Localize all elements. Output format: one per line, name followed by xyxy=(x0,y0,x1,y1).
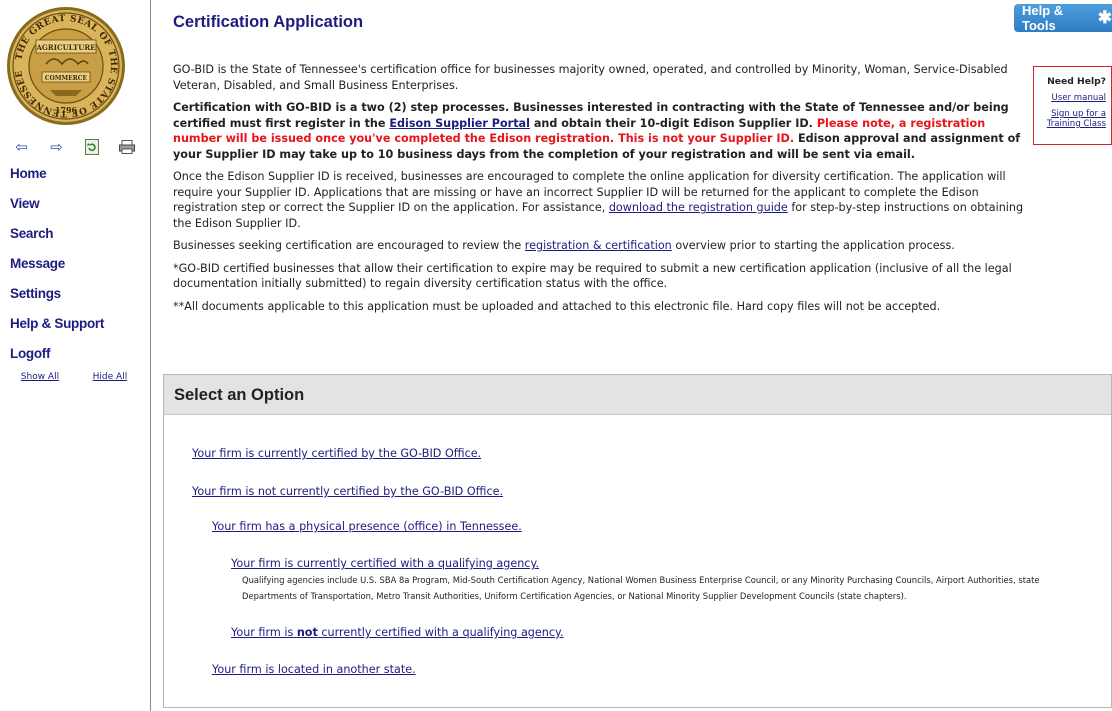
refresh-icon[interactable] xyxy=(82,137,102,157)
menu-item-settings[interactable]: Settings xyxy=(0,283,148,313)
menu-item-help-support[interactable]: Help & Support xyxy=(0,313,148,343)
opt5-text-c: currently certified with a qualifying ag… xyxy=(317,626,564,639)
main-content: Certification Application Help & Tools ✱… xyxy=(163,0,1112,711)
intro-paragraph-2: Certification with GO-BID is a two (2) s… xyxy=(173,100,1031,162)
tools-icon: ✱ xyxy=(1097,8,1112,27)
intro-paragraph-4: Businesses seeking certification are enc… xyxy=(173,238,1031,254)
seal-word-agriculture: AGRICULTURE xyxy=(36,43,96,52)
user-manual-link[interactable]: User manual xyxy=(1034,93,1106,103)
option-certified-by-gobid[interactable]: Your firm is currently certified by the … xyxy=(192,447,481,460)
help-tools-label: Help & Tools xyxy=(1022,3,1064,33)
browser-nav-toolbar: ⇦ ⇨ xyxy=(0,134,148,160)
need-help-box: Need Help? User manual Sign up for a Tra… xyxy=(1033,66,1112,145)
sidebar: THE GREAT SEAL OF THE STATE OF TENNESSEE… xyxy=(0,0,151,711)
menu-item-view[interactable]: View xyxy=(0,193,148,223)
edison-supplier-portal-link[interactable]: Edison Supplier Portal xyxy=(389,117,530,130)
qualifying-agencies-note: Qualifying agencies include U.S. SBA 8a … xyxy=(242,575,1040,601)
opt5-text-not: not xyxy=(296,626,318,639)
training-class-link[interactable]: Sign up for a Training Class xyxy=(1034,109,1106,129)
intro-text: GO-BID is the State of Tennessee's certi… xyxy=(173,62,1031,321)
menu-item-search[interactable]: Search xyxy=(0,223,148,253)
intro-paragraph-6: **All documents applicable to this appli… xyxy=(173,299,941,313)
intro-paragraph-5: *GO-BID certified businesses that allow … xyxy=(173,261,1012,291)
show-all-link[interactable]: Show All xyxy=(21,372,59,382)
option-not-certified-qualifying-agency[interactable]: Your firm is not currently certified wit… xyxy=(231,626,564,639)
p2-text-b: and obtain their 10-digit Edison Supplie… xyxy=(529,116,817,130)
registration-certification-link[interactable]: registration & certification xyxy=(525,239,672,252)
option-certified-qualifying-agency[interactable]: Your firm is currently certified with a … xyxy=(231,557,539,570)
option-not-certified-by-gobid[interactable]: Your firm is not currently certified by … xyxy=(192,485,503,498)
p4-text-b: overview prior to starting the applicati… xyxy=(671,239,955,252)
menu-item-home[interactable]: Home xyxy=(0,163,148,193)
select-option-heading: Select an Option xyxy=(164,375,1111,415)
intro-paragraph-3: Once the Edison Supplier ID is received,… xyxy=(173,169,1031,231)
state-seal-logo: THE GREAT SEAL OF THE STATE OF TENNESSEE… xyxy=(7,7,125,125)
page-title: Certification Application xyxy=(173,13,364,31)
registration-guide-link[interactable]: download the registration guide xyxy=(609,201,788,214)
print-icon[interactable] xyxy=(117,137,137,157)
forward-arrow-icon[interactable]: ⇨ xyxy=(47,137,67,157)
show-hide-controls: Show All Hide All xyxy=(0,372,148,382)
menu-item-logoff[interactable]: Logoff xyxy=(0,343,148,373)
seal-word-commerce: COMMERCE xyxy=(45,75,88,82)
opt5-text-a: Your firm is xyxy=(231,626,297,639)
need-help-title: Need Help? xyxy=(1047,76,1106,87)
option-tennessee-presence[interactable]: Your firm has a physical presence (offic… xyxy=(212,520,522,533)
menu-item-message[interactable]: Message xyxy=(0,253,148,283)
select-option-panel: Select an Option Your firm is currently … xyxy=(163,374,1112,708)
back-arrow-icon[interactable]: ⇦ xyxy=(12,137,32,157)
seal-year: 1796 xyxy=(55,105,78,115)
intro-paragraph-1: GO-BID is the State of Tennessee's certi… xyxy=(173,63,1008,92)
p4-text-a: Businesses seeking certification are enc… xyxy=(173,239,525,252)
option-located-another-state[interactable]: Your firm is located in another state. xyxy=(212,663,416,676)
main-menu: Home View Search Message Settings Help &… xyxy=(0,163,148,373)
hide-all-link[interactable]: Hide All xyxy=(93,372,128,382)
help-tools-button[interactable]: Help & Tools ✱ xyxy=(1014,3,1112,33)
